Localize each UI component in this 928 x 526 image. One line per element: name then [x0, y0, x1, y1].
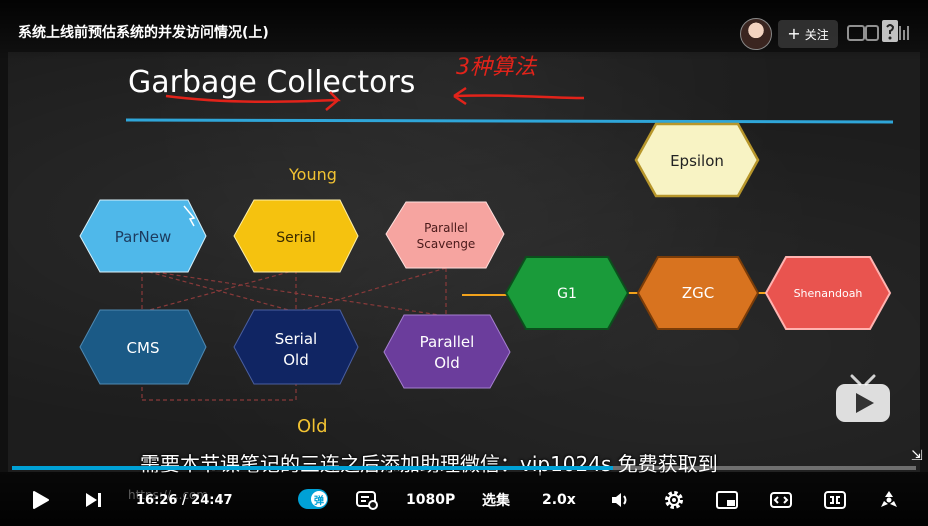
- web-fullscreen-button[interactable]: [822, 488, 848, 512]
- top-bar: 系统上线前预估系统的并发访问情况(上) + 关注: [0, 0, 928, 60]
- svg-text:Old: Old: [283, 351, 309, 369]
- episodes-button[interactable]: 选集: [482, 488, 510, 512]
- fullscreen-button[interactable]: [876, 488, 902, 512]
- old-label: Old: [297, 416, 328, 437]
- collector-parallel-old: Parallel Old: [383, 314, 511, 389]
- time-display: 16:26 / 24:47: [136, 492, 233, 508]
- uploader-avatar[interactable]: [740, 18, 772, 50]
- collector-shenandoah: Shenandoah: [764, 256, 892, 330]
- svg-text:CMS: CMS: [127, 339, 160, 357]
- bilibili-watermark-icon: [847, 20, 909, 42]
- danmaku-settings-button[interactable]: [354, 488, 380, 512]
- tv-play-icon[interactable]: [834, 374, 892, 424]
- picture-in-picture-icon: [716, 491, 738, 509]
- next-button[interactable]: [82, 488, 104, 512]
- web-fullscreen-icon: [824, 491, 846, 509]
- svg-text:Parallel: Parallel: [424, 221, 468, 235]
- follow-label: 关注: [804, 27, 829, 42]
- progress-fill: [12, 466, 614, 470]
- widescreen-button[interactable]: [768, 488, 794, 512]
- play-icon: [33, 491, 49, 509]
- annotation-arrow: [453, 86, 585, 106]
- fullscreen-icon: [881, 491, 897, 507]
- danmaku-toggle-label: 弹: [311, 491, 327, 507]
- svg-text:Epsilon: Epsilon: [670, 152, 724, 170]
- young-label: Young: [288, 165, 337, 184]
- collector-cms: CMS: [79, 309, 207, 385]
- plus-icon: +: [787, 24, 801, 43]
- gear-icon: [665, 491, 683, 509]
- volume-button[interactable]: [608, 488, 632, 512]
- svg-text:ZGC: ZGC: [682, 284, 714, 302]
- svg-text:G1: G1: [557, 286, 577, 302]
- danmaku-toggle[interactable]: 弹: [298, 489, 328, 509]
- video-player[interactable]: Garbage Collectors 3种算法 Young Old ParNew…: [0, 0, 928, 526]
- collector-g1: G1: [504, 256, 630, 330]
- title-divider: [125, 118, 894, 124]
- picture-in-picture-button[interactable]: [714, 488, 740, 512]
- collector-serial-old: Serial Old: [233, 309, 359, 385]
- playback-speed-button[interactable]: 2.0x: [542, 488, 576, 512]
- settings-button[interactable]: [662, 488, 686, 512]
- svg-text:Shenandoah: Shenandoah: [794, 287, 863, 300]
- widescreen-icon: [770, 492, 792, 508]
- video-title: 系统上线前预估系统的并发访问情况(上): [18, 25, 269, 41]
- svg-text:Serial: Serial: [276, 230, 316, 246]
- slide-title: Garbage Collectors: [128, 65, 415, 100]
- play-button[interactable]: [28, 488, 52, 512]
- next-icon: [86, 493, 101, 507]
- svg-text:Parallel: Parallel: [420, 333, 475, 351]
- svg-text:ParNew: ParNew: [115, 228, 171, 246]
- collector-epsilon: Epsilon: [634, 122, 760, 198]
- volume-icon: [612, 493, 627, 507]
- danmaku-settings-icon: [356, 491, 378, 510]
- slide-frame: Garbage Collectors 3种算法 Young Old ParNew…: [8, 52, 920, 472]
- svg-text:Serial: Serial: [275, 330, 317, 348]
- collector-parallel-scavenge: Parallel Scavenge: [385, 201, 505, 269]
- quality-button[interactable]: 1080P: [406, 488, 455, 512]
- collector-serial: Serial: [233, 199, 359, 273]
- svg-text:Old: Old: [434, 354, 460, 372]
- control-bar: https://...com 16:26 / 24:47 弹 1080P 选集 …: [0, 472, 928, 526]
- progress-bar[interactable]: [12, 466, 916, 470]
- collector-zgc: ZGC: [636, 256, 760, 330]
- follow-button[interactable]: + 关注: [778, 20, 838, 48]
- svg-text:Scavenge: Scavenge: [417, 237, 476, 251]
- slide-canvas: Garbage Collectors 3种算法 Young Old ParNew…: [79, 55, 894, 437]
- progress-end-marker-icon: ⇲: [911, 448, 923, 464]
